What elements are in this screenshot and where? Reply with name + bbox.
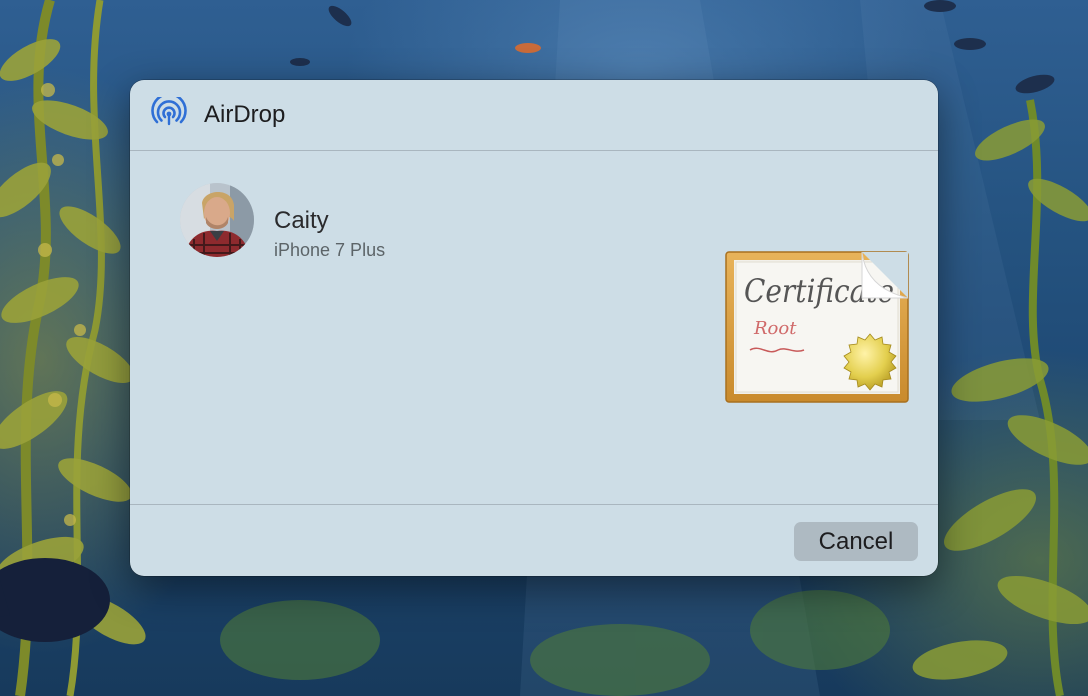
- certificate-subtext: Root: [753, 318, 797, 339]
- recipient-device: iPhone 7 Plus: [274, 240, 386, 260]
- airdrop-sheet: AirDrop Caity iPhone 7 Plus Certificate …: [130, 80, 938, 576]
- certificate-file-icon: Certificate Root: [725, 251, 909, 403]
- header-divider: [130, 150, 938, 151]
- sheet-title: AirDrop: [204, 101, 286, 128]
- sheet-header: AirDrop: [130, 80, 938, 151]
- recipient-name: Caity: [274, 207, 329, 234]
- cancel-button[interactable]: Cancel: [794, 522, 918, 561]
- airdrop-icon: [151, 97, 187, 126]
- recipient-caity[interactable]: Caity iPhone 7 Plus: [180, 183, 480, 260]
- avatar: [180, 183, 254, 257]
- footer-divider: [130, 504, 938, 505]
